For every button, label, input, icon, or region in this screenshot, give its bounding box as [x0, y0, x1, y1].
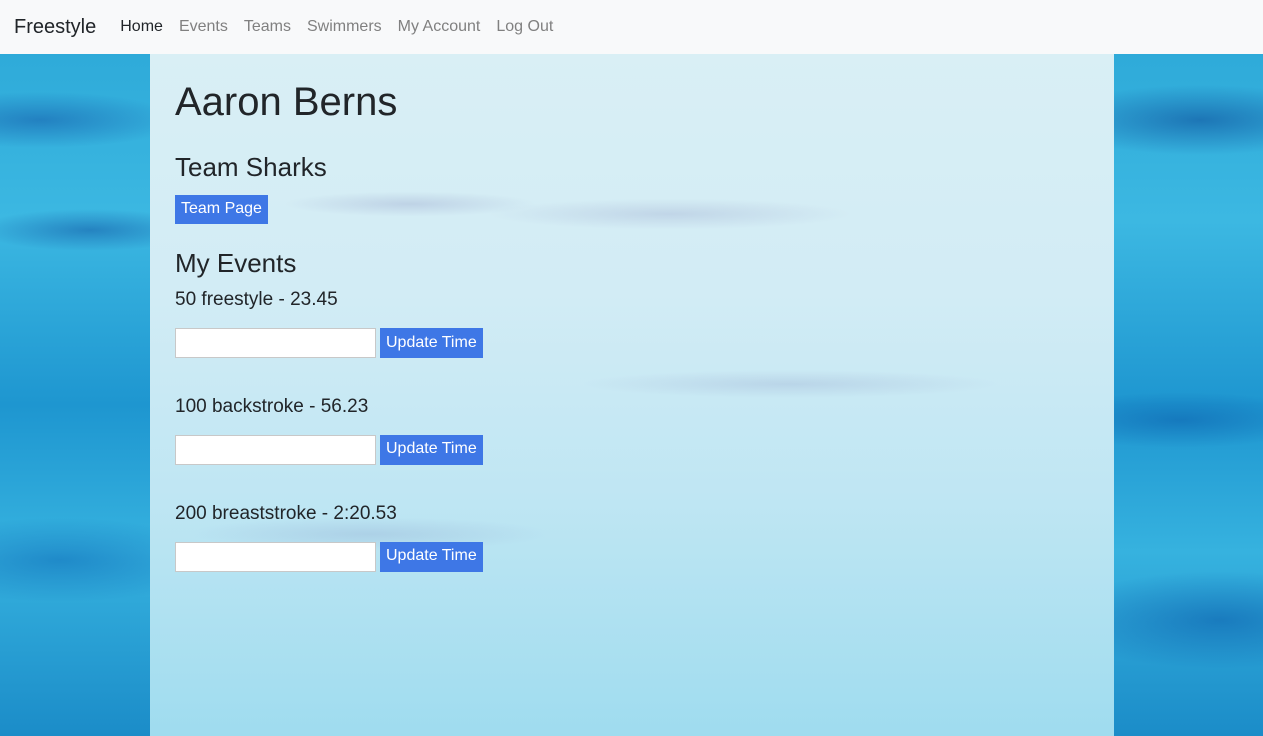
- event-update-row: Update Time: [175, 541, 1089, 572]
- event-update-row: Update Time: [175, 434, 1089, 465]
- nav-link-teams[interactable]: Teams: [244, 18, 291, 36]
- event-update-row: Update Time: [175, 327, 1089, 358]
- event-label: 50 freestyle - 23.45: [175, 289, 338, 311]
- update-time-button[interactable]: Update Time: [380, 541, 483, 572]
- nav-link-log-out[interactable]: Log Out: [496, 18, 553, 36]
- swimmer-name-heading: Aaron Berns: [175, 80, 398, 124]
- event-item: 50 freestyle - 23.45 Update Time: [175, 289, 1089, 358]
- nav-link-my-account[interactable]: My Account: [398, 18, 481, 36]
- main-panel: Aaron Berns Team Sharks Team Page My Eve…: [150, 54, 1114, 736]
- nav-link-home[interactable]: Home: [120, 18, 163, 36]
- event-item: 200 breaststroke - 2:20.53 Update Time: [175, 503, 1089, 572]
- event-item: 100 backstroke - 56.23 Update Time: [175, 396, 1089, 465]
- brand-link[interactable]: Freestyle: [14, 16, 96, 39]
- my-events-heading: My Events: [175, 247, 297, 278]
- update-time-button[interactable]: Update Time: [380, 327, 483, 358]
- event-label: 100 backstroke - 56.23: [175, 395, 369, 417]
- navbar: Freestyle Home Events Teams Swimmers My …: [0, 0, 1263, 54]
- event-label: 200 breaststroke - 2:20.53: [175, 502, 397, 524]
- nav-link-events[interactable]: Events: [179, 18, 228, 36]
- time-input[interactable]: [175, 434, 376, 465]
- team-name-heading: Team Sharks: [175, 152, 327, 182]
- time-input[interactable]: [175, 541, 376, 572]
- nav-link-swimmers[interactable]: Swimmers: [307, 18, 382, 36]
- team-page-button[interactable]: Team Page: [175, 195, 268, 224]
- time-input[interactable]: [175, 327, 376, 358]
- update-time-button[interactable]: Update Time: [380, 434, 483, 465]
